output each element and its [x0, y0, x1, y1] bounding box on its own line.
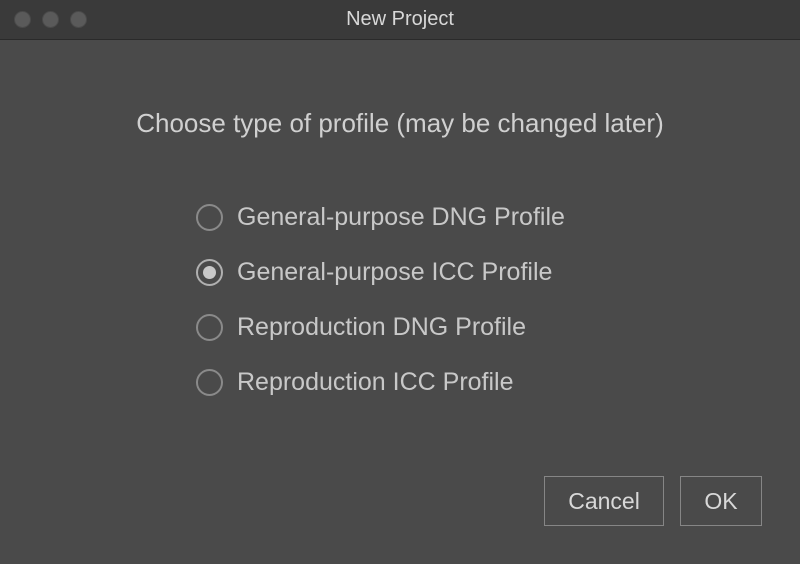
radio-label: Reproduction ICC Profile — [237, 368, 514, 397]
dialog-window: New Project Choose type of profile (may … — [0, 0, 800, 564]
minimize-icon[interactable] — [42, 11, 59, 28]
radio-label: Reproduction DNG Profile — [237, 313, 526, 342]
dialog-heading: Choose type of profile (may be changed l… — [50, 108, 750, 139]
radio-icon — [196, 259, 223, 286]
radio-option-general-dng[interactable]: General-purpose DNG Profile — [196, 203, 750, 232]
radio-label: General-purpose DNG Profile — [237, 203, 565, 232]
radio-option-general-icc[interactable]: General-purpose ICC Profile — [196, 258, 750, 287]
radio-icon — [196, 314, 223, 341]
radio-option-reproduction-dng[interactable]: Reproduction DNG Profile — [196, 313, 750, 342]
traffic-lights — [0, 11, 87, 28]
titlebar: New Project — [0, 0, 800, 40]
dialog-button-bar: Cancel OK — [0, 476, 800, 564]
window-title: New Project — [0, 8, 800, 31]
close-icon[interactable] — [14, 11, 31, 28]
radio-label: General-purpose ICC Profile — [237, 258, 552, 287]
radio-option-reproduction-icc[interactable]: Reproduction ICC Profile — [196, 368, 750, 397]
radio-icon — [196, 204, 223, 231]
profile-type-radio-group: General-purpose DNG Profile General-purp… — [50, 203, 750, 397]
dialog-content: Choose type of profile (may be changed l… — [0, 40, 800, 476]
maximize-icon[interactable] — [70, 11, 87, 28]
cancel-button[interactable]: Cancel — [544, 476, 664, 526]
radio-dot-icon — [203, 266, 216, 279]
ok-button[interactable]: OK — [680, 476, 762, 526]
radio-icon — [196, 369, 223, 396]
